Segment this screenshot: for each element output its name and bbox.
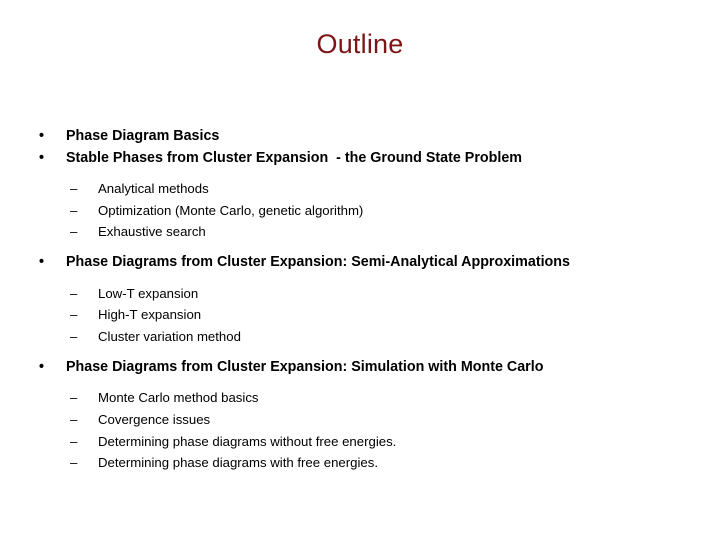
outline-bullet-label: Stable Phases from Cluster Expansion - t… (66, 149, 523, 166)
outline-bullet-label: Phase Diagram Basics (66, 128, 220, 144)
bullet-marker-icon: • (39, 128, 45, 144)
dash-marker-icon: – (70, 455, 78, 471)
outline-sub-bullet-label: Covergence issues (98, 411, 211, 427)
outline-sub-bullet: – High-T expansion (0, 304, 720, 326)
slide: Outline • Phase Diagram Basics • Stable Pha… (0, 0, 720, 540)
dash-marker-icon: – (70, 307, 78, 323)
outline-sub-bullet-label: High-T expansion (98, 307, 202, 323)
outline-sub-bullet: – Low-T expansion (0, 283, 720, 305)
dash-marker-icon: – (70, 433, 78, 449)
outline-sub-bullet-label: Exhaustive search (98, 224, 206, 240)
outline-sub-bullet-label: Optimization (Monte Carlo, genetic algor… (98, 202, 364, 218)
outline-sub-bullet: – Determining phase diagrams with free en… (0, 452, 720, 474)
dash-marker-icon: – (70, 285, 78, 301)
page-title: Outline (316, 29, 404, 59)
outline-sub-bullet: – Exhaustive search (0, 221, 720, 243)
outline-sub-bullet: – Analytical methods (0, 178, 720, 200)
bullet-marker-icon: • (39, 254, 45, 271)
outline-list: • Phase Diagram Basics • Stable Phases from… (0, 126, 720, 474)
dash-marker-icon: – (70, 224, 78, 240)
dash-marker-icon: – (70, 181, 78, 196)
outline-sub-bullet-label: Determining phase diagrams with free ene… (98, 455, 379, 471)
outline-sub-bullet: – Cluster variation method (0, 326, 720, 348)
outline-bullet: • Stable Phases from Cluster Expansion - … (0, 148, 720, 170)
outline-bullet: • Phase Diagrams from Cluster Expansion: … (0, 357, 720, 379)
outline-sub-bullet-label: Determining phase diagrams without free … (98, 433, 397, 449)
bullet-marker-icon: • (39, 149, 45, 166)
outline-sub-bullet: – Monte Carlo method basics (0, 387, 720, 409)
outline-sub-bullet-label: Monte Carlo method basics (98, 390, 259, 406)
dash-marker-icon: – (70, 202, 78, 218)
outline-bullet-label: Phase Diagrams from Cluster Expansion: S… (66, 358, 544, 375)
dash-marker-icon: – (70, 411, 78, 427)
outline-bullet: • Phase Diagram Basics (0, 126, 720, 148)
bullet-marker-icon: • (39, 358, 45, 375)
outline-sub-bullet: – Covergence issues (0, 409, 720, 431)
outline-sub-bullet-label: Cluster variation method (98, 329, 241, 345)
dash-marker-icon: – (70, 329, 78, 345)
outline-bullet-label: Phase Diagrams from Cluster Expansion: S… (66, 254, 570, 271)
outline-sub-bullet: – Determining phase diagrams without free… (0, 431, 720, 453)
outline-sub-bullet-label: Analytical methods (98, 181, 209, 196)
dash-marker-icon: – (70, 390, 78, 406)
outline-bullet: • Phase Diagrams from Cluster Expansion: … (0, 252, 720, 274)
outline-sub-bullet-label: Low-T expansion (98, 285, 199, 301)
outline-sub-bullet: – Optimization (Monte Carlo, genetic algo… (0, 200, 720, 222)
